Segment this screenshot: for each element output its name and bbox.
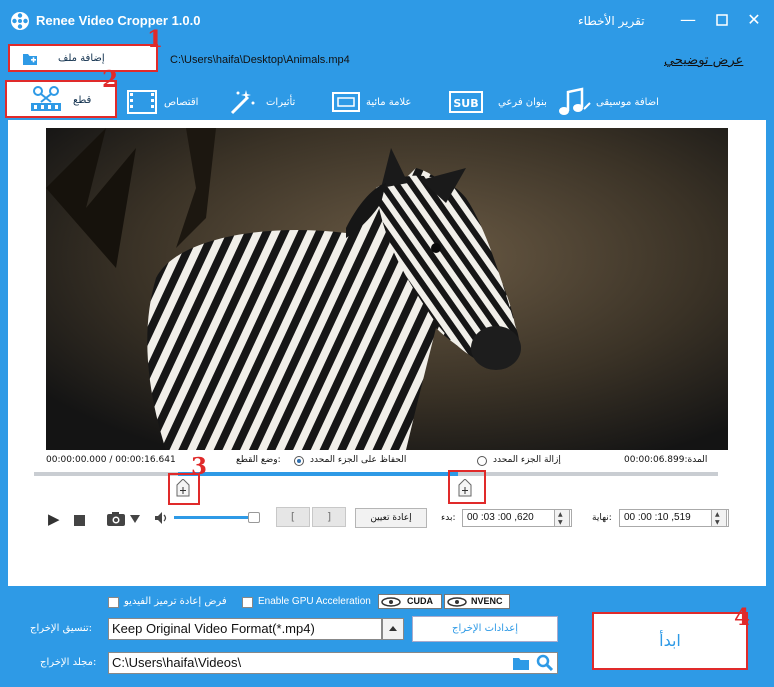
end-handle[interactable] (458, 479, 472, 497)
maximize-button[interactable] (710, 8, 734, 32)
gpu-accel-label: Enable GPU Acceleration (258, 596, 371, 607)
tab-watermark-label: علامة مائية (366, 97, 412, 108)
output-format-label: تنسيق الإخراج: (30, 623, 93, 634)
video-preview (46, 128, 728, 450)
title-bar: Renee Video Cropper 1.0.0 تقرير الأخطاء … (0, 0, 774, 42)
nvenc-badge: NVENC (444, 594, 510, 609)
nvidia-eye-icon (381, 597, 401, 607)
magic-wand-icon (230, 90, 255, 115)
tab-effects[interactable]: تأثيرات (226, 84, 326, 120)
cut-mode-label: وضع القطع: (236, 455, 281, 465)
tab-add-music[interactable]: اضافة موسيقى (556, 84, 666, 120)
volume-icon[interactable] (154, 511, 170, 525)
maximize-icon (716, 14, 728, 26)
force-reencode-label: فرض إعادة ترميز الفيديو (124, 596, 227, 607)
film-crop-icon (127, 90, 157, 114)
folder-icon[interactable] (512, 655, 530, 671)
add-folder-icon (23, 54, 37, 65)
show-tutorial-link[interactable]: عرض توضيحي (664, 53, 743, 68)
timeline-selection (177, 472, 459, 476)
output-format-dropdown-button[interactable] (382, 618, 404, 640)
tab-subtitle[interactable]: SUB بنوان فرعي (448, 84, 548, 120)
output-format-select[interactable]: Keep Original Video Format(*.mp4) (108, 618, 382, 640)
output-folder-label: مجلد الإخراج: (40, 657, 97, 668)
output-settings-button[interactable]: إعدادات الإخراج (412, 616, 558, 642)
start-button[interactable]: ابدأ (592, 612, 748, 670)
tab-add-music-label: اضافة موسيقى (596, 97, 659, 108)
chevron-down-icon[interactable] (130, 515, 140, 523)
svg-text:SUB: SUB (453, 97, 478, 110)
search-icon[interactable] (536, 654, 554, 672)
current-time-readout: 00:00:00.000 / 00:00:16.641 (46, 455, 176, 465)
tab-effects-label: تأثيرات (266, 97, 296, 108)
stop-button[interactable] (74, 515, 85, 526)
zebra-video-frame (46, 128, 728, 450)
music-note-icon (559, 87, 591, 115)
gpu-accel-checkbox[interactable] (242, 597, 253, 608)
end-time-spinner[interactable]: ▲ ▼ (711, 509, 727, 527)
film-reel-icon (11, 12, 29, 30)
volume-slider-track[interactable] (174, 516, 256, 519)
end-time-label: نهاية: (592, 513, 612, 523)
play-button[interactable]: ▶ (48, 510, 60, 528)
report-errors-link[interactable]: تقرير الأخطاء (578, 14, 645, 28)
start-time-label: بدء: (441, 513, 456, 523)
tab-crop[interactable]: اقتصاص (126, 84, 216, 120)
remove-selected-label: إزالة الجزء المحدد (493, 455, 561, 465)
annotation-4: 4 (734, 604, 751, 631)
remove-selected-radio[interactable] (477, 456, 487, 466)
camera-icon[interactable] (106, 511, 126, 527)
add-file-button[interactable]: إضافة ملف (8, 44, 158, 72)
output-folder-input[interactable]: C:\Users\haifa\Videos\ (108, 652, 558, 674)
annotation-3: 3 (191, 453, 208, 480)
duration-readout: المدة:00:00:06.899 (624, 455, 708, 465)
cuda-label: CUDA (407, 596, 433, 606)
annotation-1: 1 (147, 26, 164, 53)
start-handle[interactable] (176, 479, 190, 497)
app-title: Renee Video Cropper 1.0.0 (36, 13, 201, 28)
force-reencode-checkbox[interactable] (108, 597, 119, 608)
cuda-badge: CUDA (378, 594, 442, 609)
subtitle-icon: SUB (449, 91, 483, 113)
file-path: C:\Users\haifa\Desktop\Animals.mp4 (170, 54, 350, 66)
nvenc-label: NVENC (471, 596, 503, 606)
add-file-label: إضافة ملف (58, 53, 105, 64)
chevron-up-icon (389, 626, 397, 631)
set-start-button[interactable]: [ (276, 507, 310, 527)
watermark-icon (332, 92, 360, 112)
set-end-button[interactable]: ] (312, 507, 346, 527)
nvidia-eye-icon (447, 597, 467, 607)
close-button[interactable]: ✕ (742, 8, 766, 32)
minimize-button[interactable]: — (676, 8, 700, 32)
tab-subtitle-label: بنوان فرعي (498, 97, 547, 108)
volume-slider-thumb[interactable] (247, 512, 260, 523)
tab-crop-label: اقتصاص (164, 97, 199, 108)
reset-button[interactable]: إعادة تعيين (355, 508, 427, 528)
tab-watermark[interactable]: علامة مائية (330, 84, 430, 120)
keep-selected-radio[interactable] (294, 456, 304, 466)
tab-bar: اقتصاص تأثيرات علامة مائية SUB بنوان فرع… (0, 84, 774, 120)
start-time-spinner[interactable]: ▲ ▼ (554, 509, 570, 527)
keep-selected-label: الحفاظ على الجزء المحدد (310, 455, 407, 465)
